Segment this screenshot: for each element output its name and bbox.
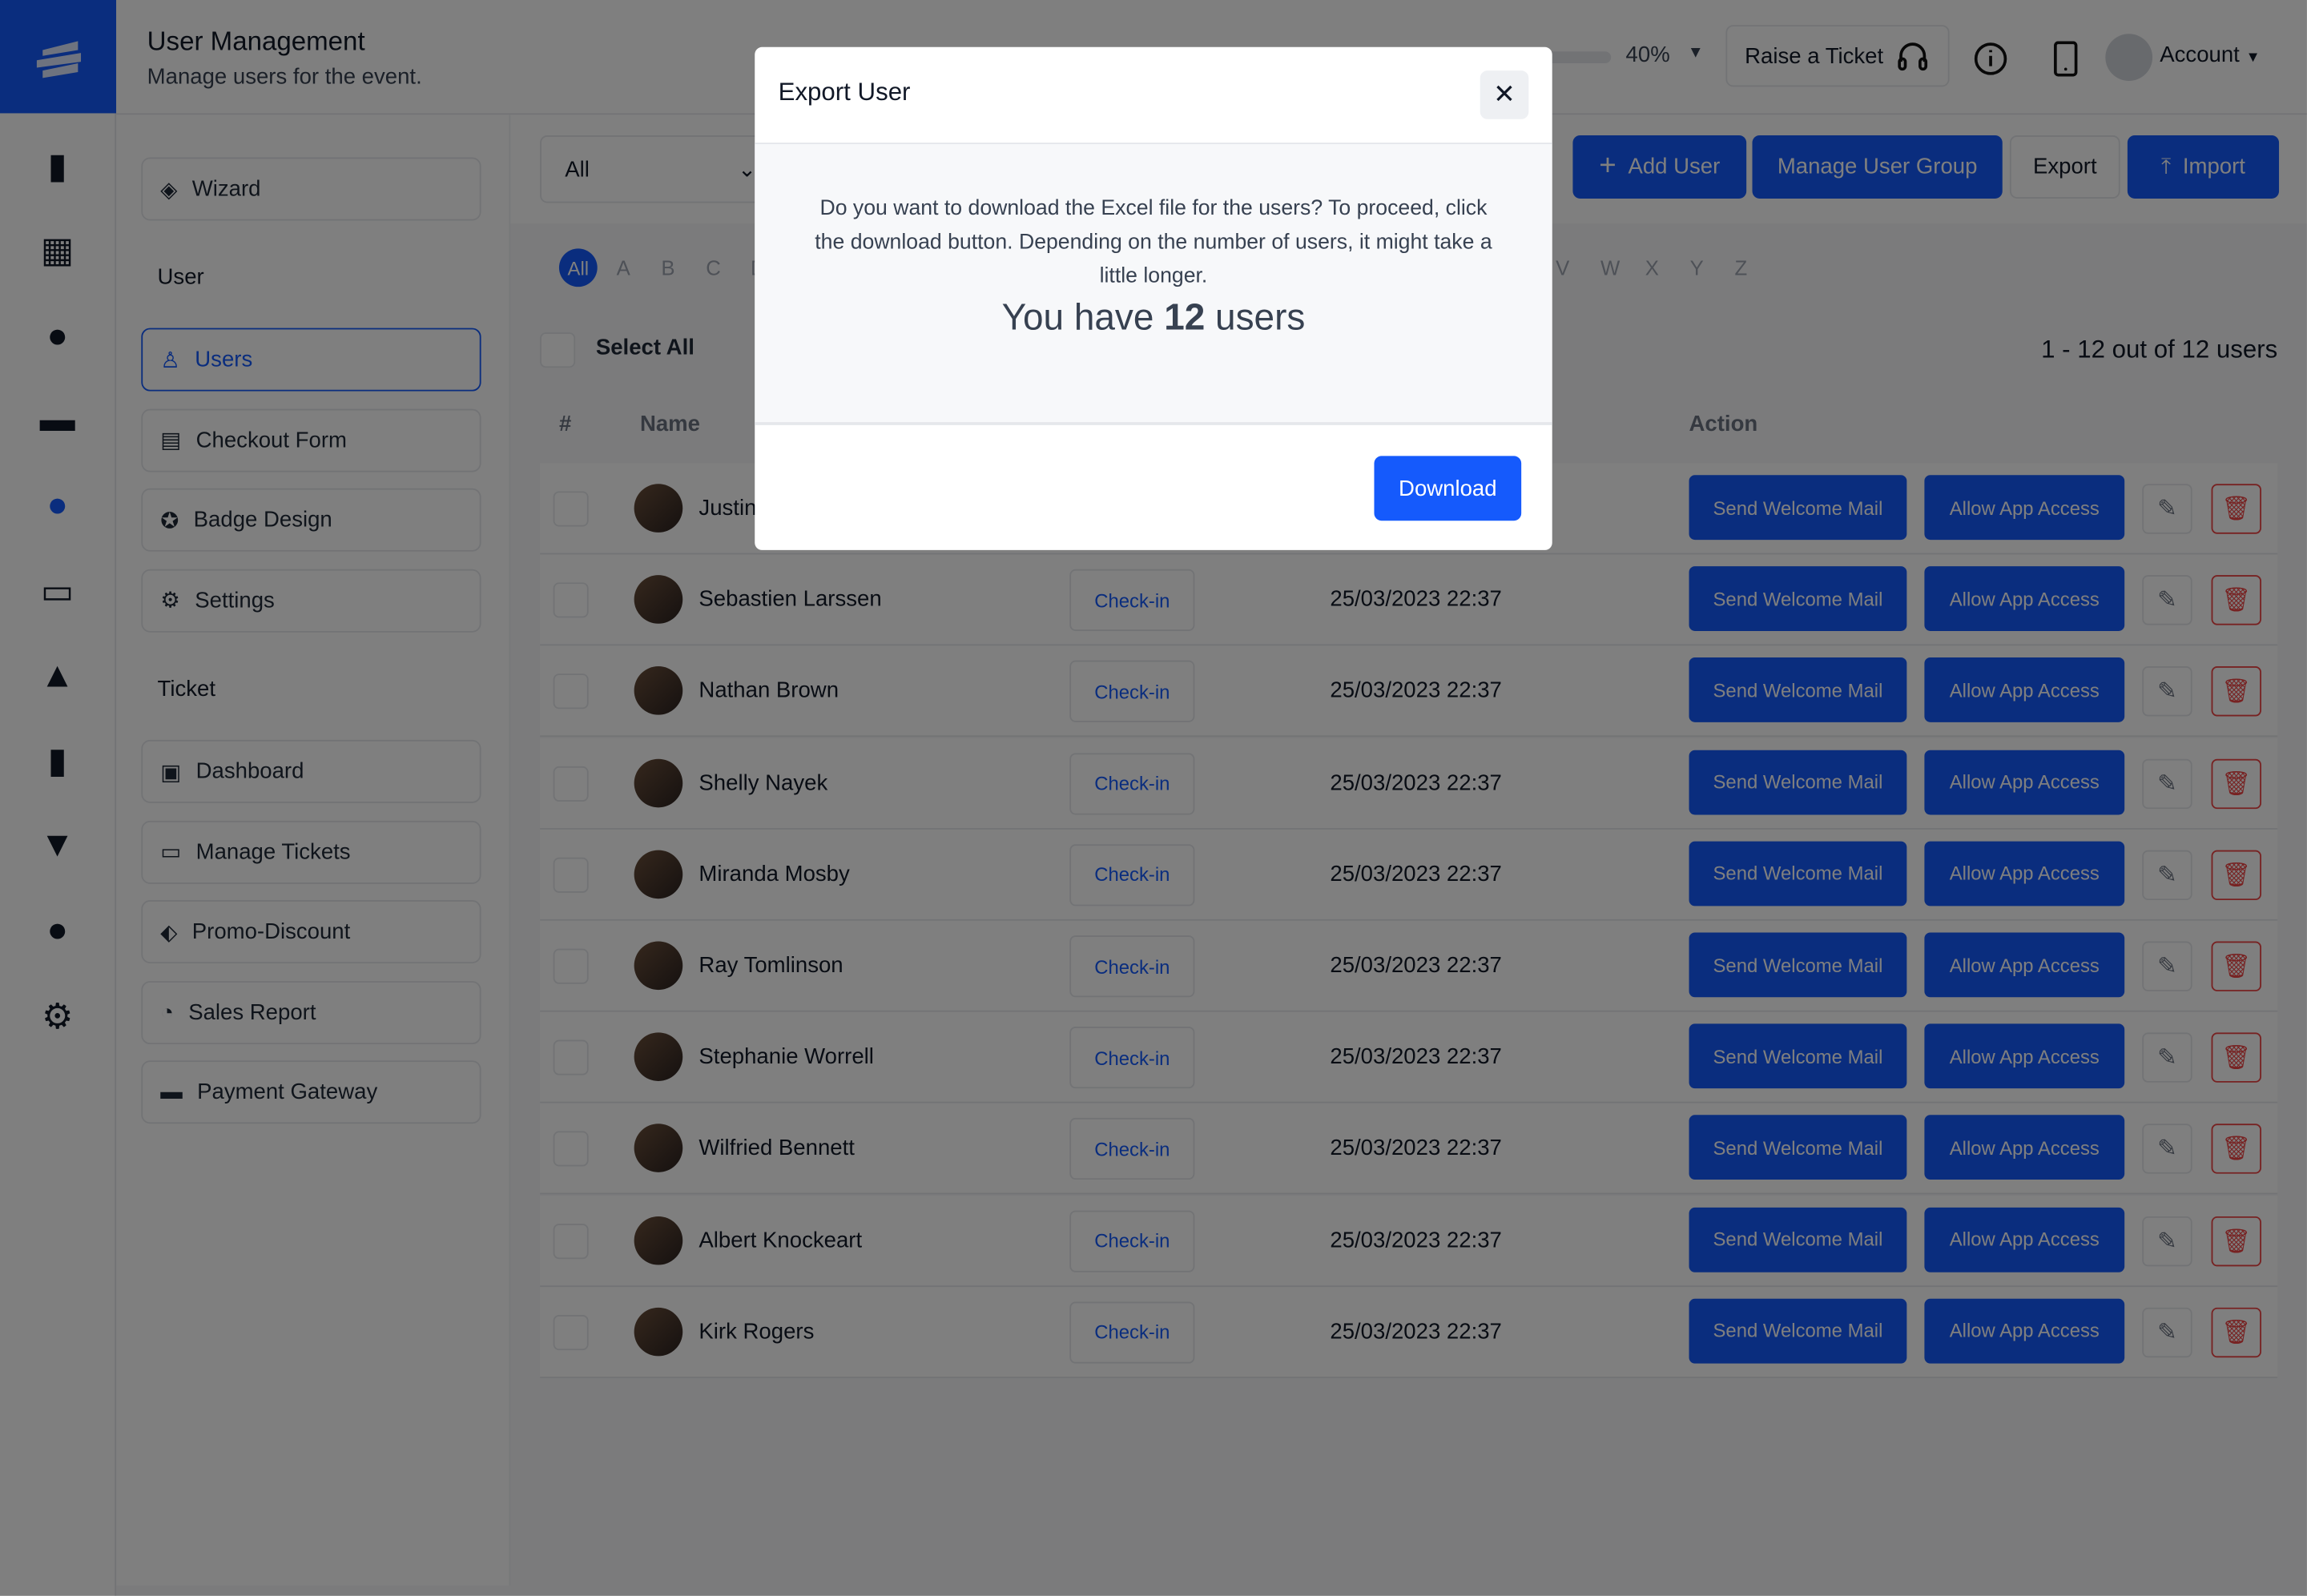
app: ▮▦●▬●▭▲▮▼●⚙ User Management Manage users… <box>0 0 2307 1596</box>
user-count-text: You have 12 users <box>755 297 1552 340</box>
modal-message: Do you want to download the Excel file f… <box>815 197 1492 288</box>
close-icon[interactable]: ✕ <box>1480 70 1529 119</box>
modal-title: Export User <box>778 78 911 107</box>
count-suffix: users <box>1215 297 1306 339</box>
export-user-modal: Export User ✕ Do you want to download th… <box>755 46 1552 550</box>
download-button[interactable]: Download <box>1374 456 1522 521</box>
count-prefix: You have <box>1001 297 1154 339</box>
modal-body: Do you want to download the Excel file f… <box>755 143 1552 425</box>
user-count: 12 <box>1164 297 1206 339</box>
